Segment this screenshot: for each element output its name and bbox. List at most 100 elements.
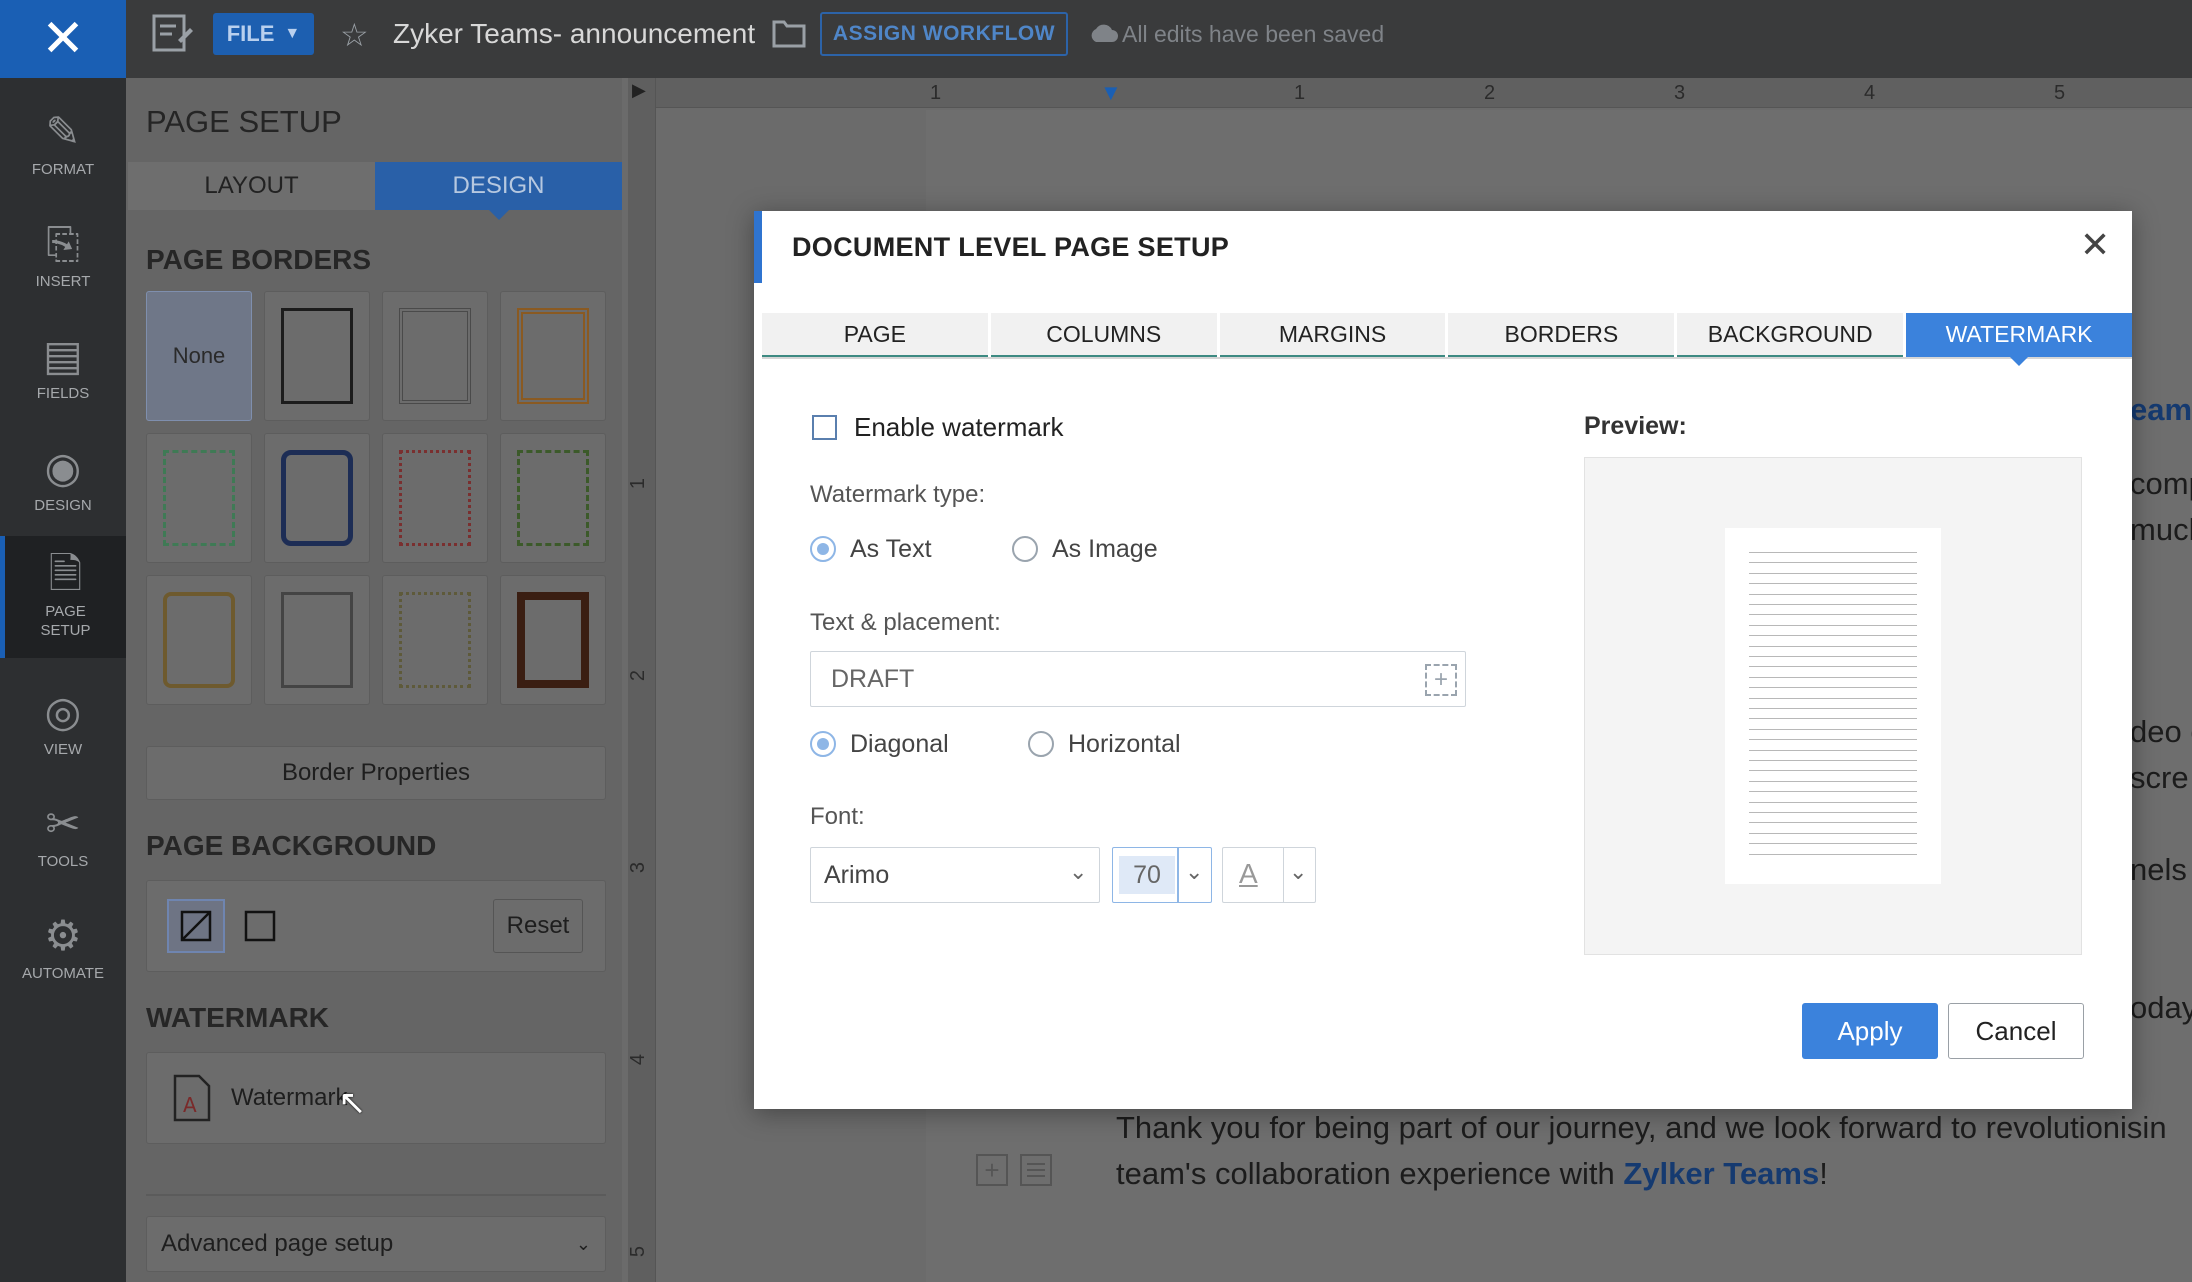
border-option-green-dots[interactable]	[146, 433, 252, 563]
tab-borders[interactable]: BORDERS	[1448, 313, 1675, 357]
reset-button[interactable]: Reset	[493, 899, 583, 953]
cancel-button[interactable]: Cancel	[1948, 1003, 2084, 1059]
tab-design[interactable]: DESIGN	[375, 162, 622, 220]
tab-margins[interactable]: MARGINS	[1219, 313, 1446, 357]
document-icon[interactable]	[150, 10, 194, 64]
dialog-tabs: PAGE COLUMNS MARGINS BORDERS BACKGROUND …	[762, 313, 2132, 366]
preview-line	[1749, 853, 1917, 855]
assign-workflow-button[interactable]: ASSIGN WORKFLOW	[820, 12, 1068, 56]
border-option-navy[interactable]	[264, 433, 370, 563]
border-option-ornate[interactable]	[382, 575, 488, 705]
preview-line	[1749, 780, 1917, 782]
radio-as-text[interactable]	[810, 536, 836, 562]
ruler-number: 1	[930, 82, 942, 104]
divider	[146, 1194, 606, 1196]
rail-item-format[interactable]: ✎ FORMAT	[0, 88, 126, 200]
rail-item-view[interactable]: ◎ VIEW	[0, 668, 126, 780]
border-option-gold[interactable]	[146, 575, 252, 705]
top-toolbar: ✕ FILE ▼ ☆ Zyker Teams- announcement ASS…	[0, 0, 2192, 78]
border-none-option[interactable]: None	[146, 291, 252, 421]
ruler-toggle-icon[interactable]: ▶	[632, 80, 646, 101]
tab-background[interactable]: BACKGROUND	[1677, 313, 1904, 357]
rail-label: INSERT	[35, 272, 91, 290]
doc-fragment: nels	[2130, 852, 2187, 887]
rail-item-tools[interactable]: ✂ TOOLS	[0, 780, 126, 892]
font-size-value[interactable]: 70	[1119, 856, 1175, 894]
close-icon[interactable]: ✕	[0, 0, 126, 78]
font-select[interactable]: Arimo ⌄	[810, 847, 1100, 903]
rail-label: AUTOMATE	[22, 964, 104, 982]
watermark-button[interactable]: A Watermark	[146, 1052, 606, 1144]
indent-marker-icon[interactable]: ▼	[1100, 80, 1122, 106]
color-fill-icon[interactable]	[231, 899, 289, 953]
as-text-label: As Text	[850, 535, 932, 563]
preview-line	[1749, 614, 1917, 616]
tab-page[interactable]: PAGE	[762, 313, 988, 357]
border-option-gray[interactable]	[264, 575, 370, 705]
insert-icon: ⎘	[46, 218, 80, 268]
ruler-number: 1	[1294, 82, 1306, 104]
rail-item-page-setup[interactable]: 🗎 PAGE SETUP	[0, 536, 126, 658]
folder-icon[interactable]	[772, 18, 806, 53]
rail-label: TOOLS	[37, 852, 89, 870]
watermark-text-input[interactable]: DRAFT +	[810, 651, 1466, 707]
star-icon[interactable]: ☆	[340, 16, 369, 54]
watermark-button-label: Watermark	[231, 1084, 348, 1111]
enable-watermark-label: Enable watermark	[854, 412, 1064, 442]
border-option-dotted[interactable]	[382, 291, 488, 421]
preview-line	[1749, 562, 1917, 564]
doc-fragment: deo c	[2130, 714, 2192, 749]
radio-horizontal[interactable]	[1028, 731, 1054, 757]
rail-label: FORMAT	[31, 160, 95, 178]
rail-item-design[interactable]: ◉ DESIGN	[0, 424, 126, 536]
tab-layout[interactable]: LAYOUT	[128, 162, 375, 210]
preview-label: Preview:	[1584, 412, 1687, 440]
preview-line	[1749, 666, 1917, 668]
advanced-page-setup-dropdown[interactable]: Advanced page setup ⌄	[146, 1216, 606, 1272]
page-setup-dialog: DOCUMENT LEVEL PAGE SETUP ✕ PAGE COLUMNS…	[754, 211, 2132, 1109]
border-option-wood[interactable]	[500, 575, 606, 705]
page-setup-panel: PAGE SETUP LAYOUT DESIGN PAGE BORDERS No…	[126, 78, 622, 1282]
rail-label: DESIGN	[34, 496, 92, 514]
tab-watermark[interactable]: WATERMARK	[1906, 313, 2132, 366]
font-color-select[interactable]: A ⌄	[1222, 847, 1316, 903]
radio-diagonal[interactable]	[810, 731, 836, 757]
text-placement-label: Text & placement:	[810, 609, 1001, 636]
chevron-down-icon: ▼	[284, 25, 301, 42]
tab-columns[interactable]: COLUMNS	[990, 313, 1217, 357]
ruler-number: 4	[627, 1053, 650, 1066]
doc-fragment: scre	[2130, 760, 2189, 795]
advanced-label: Advanced page setup	[161, 1230, 394, 1257]
rail-item-automate[interactable]: ⚙ AUTOMATE	[0, 892, 126, 1004]
doc-paragraph-line: Thank you for being part of our journey,…	[1116, 1110, 2167, 1145]
fields-icon: ▤	[43, 330, 83, 380]
border-option-vine[interactable]	[500, 433, 606, 563]
insert-field-icon[interactable]: +	[1425, 664, 1457, 696]
zylker-teams-link[interactable]: Zylker Teams	[1623, 1156, 1819, 1191]
file-menu-button[interactable]: FILE ▼	[213, 13, 314, 55]
preview-line	[1749, 645, 1917, 647]
radio-as-image[interactable]	[1012, 536, 1038, 562]
close-icon[interactable]: ✕	[2080, 225, 2110, 266]
border-properties-button[interactable]: Border Properties	[146, 746, 606, 800]
preview-page	[1725, 528, 1941, 884]
border-option-plain[interactable]	[264, 291, 370, 421]
add-block-icon[interactable]: +	[976, 1154, 1008, 1186]
svg-text:A: A	[183, 1093, 197, 1117]
apply-button[interactable]: Apply	[1802, 1003, 1938, 1059]
document-title[interactable]: Zyker Teams- announcement	[393, 18, 755, 50]
preview-line	[1749, 843, 1917, 845]
left-rail: ✎ FORMAT ⎘ INSERT ▤ FIELDS ◉ DESIGN 🗎 PA…	[0, 78, 126, 1282]
rail-item-fields[interactable]: ▤ FIELDS	[0, 312, 126, 424]
preview-line	[1749, 812, 1917, 813]
border-option-orange[interactable]	[500, 291, 606, 421]
font-size-select[interactable]: 70 ⌄	[1112, 847, 1212, 903]
preview-line	[1749, 718, 1917, 720]
enable-watermark-checkbox[interactable]	[812, 415, 837, 440]
no-color-icon[interactable]	[167, 899, 225, 953]
rail-item-insert[interactable]: ⎘ INSERT	[0, 200, 126, 312]
page-background-heading: PAGE BACKGROUND	[146, 830, 437, 861]
border-option-red-dots[interactable]	[382, 433, 488, 563]
block-menu-icon[interactable]	[1020, 1154, 1052, 1186]
preview-line	[1749, 552, 1917, 553]
